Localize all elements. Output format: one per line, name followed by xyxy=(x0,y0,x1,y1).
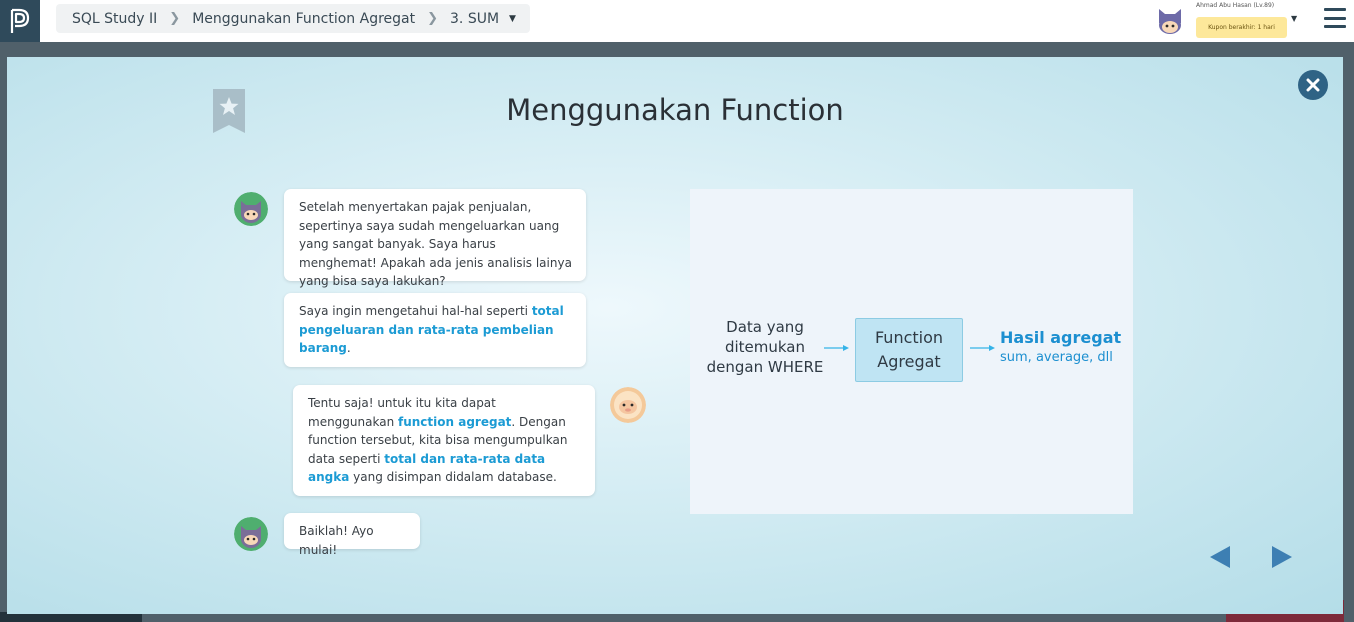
diagram-function-label: Function Agregat xyxy=(874,328,944,371)
progate-logo-icon[interactable] xyxy=(0,0,40,42)
breadcrumb: SQL Study II ❯ Menggunakan Function Agre… xyxy=(56,4,530,33)
aggregate-diagram: Data yang ditemukan dengan WHERE Functio… xyxy=(690,189,1133,514)
sheep-avatar xyxy=(610,387,646,423)
ninja-avatar xyxy=(234,192,268,226)
diagram-result-title: Hasil agregat xyxy=(1000,328,1122,347)
close-icon[interactable] xyxy=(1298,70,1328,100)
arrow-right-icon xyxy=(970,345,995,351)
dialogue-bubble-4: Baiklah! Ayo mulai! xyxy=(284,513,420,557)
diagram-function-box: Function Agregat xyxy=(855,318,963,382)
breadcrumb-course[interactable]: SQL Study II xyxy=(72,11,157,27)
dialogue-text: yang disimpan didalam database. xyxy=(349,470,557,485)
diagram-result-subtitle: sum, average, dll xyxy=(1000,350,1113,365)
chevron-down-icon[interactable]: ▼ xyxy=(509,14,516,24)
dialogue-highlight: function agregat xyxy=(398,414,512,429)
ninja-avatar xyxy=(234,517,268,551)
arrow-right-icon[interactable] xyxy=(1271,545,1293,569)
arrow-right-icon xyxy=(824,345,849,351)
breadcrumb-chapter[interactable]: Menggunakan Function Agregat xyxy=(192,11,415,27)
coupon-badge[interactable]: Kupon berakhir: 1 hari xyxy=(1196,17,1287,38)
breadcrumb-lesson[interactable]: 3. SUM xyxy=(450,11,499,27)
dialogue-text: Setelah menyertakan pajak penjualan, sep… xyxy=(299,200,572,289)
dialogue-bubble-2: Saya ingin mengetahui hal-hal seperti to… xyxy=(284,293,586,367)
user-avatar[interactable] xyxy=(1154,5,1186,37)
dialogue-text: . xyxy=(346,341,351,356)
slide-title: Menggunakan Function xyxy=(506,93,844,127)
dialogue-bubble-3: Tentu saja! untuk itu kita dapat menggun… xyxy=(293,385,595,496)
dialogue-bubble-1: Setelah menyertakan pajak penjualan, sep… xyxy=(284,189,586,288)
dialogue-text: Baiklah! Ayo mulai! xyxy=(299,524,374,557)
arrow-left-icon[interactable] xyxy=(1209,545,1231,569)
user-name: Ahmad Abu Hasan (Lv.89) xyxy=(1196,2,1275,9)
chevron-right-icon: ❯ xyxy=(169,11,181,26)
slide-modal: Menggunakan Function Setelah menyertakan… xyxy=(7,57,1343,614)
chevron-down-icon[interactable]: ▼ xyxy=(1291,14,1297,23)
top-bar: SQL Study II ❯ Menggunakan Function Agre… xyxy=(0,0,1354,42)
chevron-right-icon: ❯ xyxy=(427,11,439,26)
dialogue-text: Saya ingin mengetahui hal-hal seperti xyxy=(299,304,532,318)
diagram-source-label: Data yang ditemukan dengan WHERE xyxy=(706,318,824,376)
hamburger-menu-icon[interactable] xyxy=(1324,8,1346,28)
